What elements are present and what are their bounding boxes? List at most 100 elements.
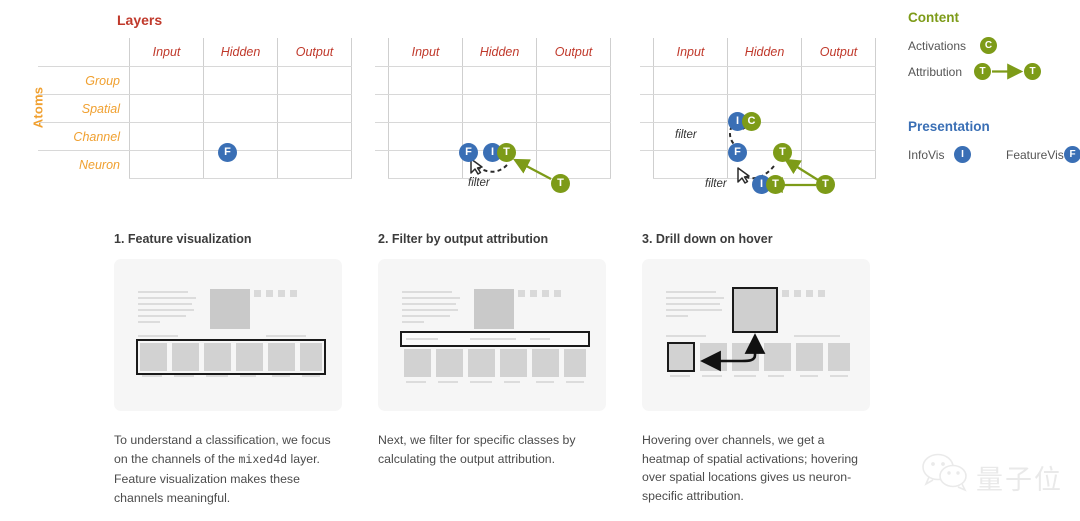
cell-channel-input [129, 122, 204, 151]
corner-cell [640, 38, 654, 67]
cell-channel-output [536, 122, 611, 151]
cell-group-output [536, 66, 611, 95]
col-header-output: Output [536, 38, 611, 67]
row-spacer [640, 150, 654, 179]
row-header-group: Group [38, 66, 130, 95]
cell-spatial-output [277, 94, 352, 123]
grid-header-row: Input Hidden Output [640, 38, 876, 67]
cell-spatial-hidden [203, 94, 278, 123]
cell-neuron-input [129, 150, 204, 179]
drill-down-arrows [700, 333, 766, 372]
panel-caption-2: Next, we filter for specific classes by … [378, 433, 576, 466]
cell-group-output [801, 66, 876, 95]
cell-neuron-input [653, 150, 728, 179]
watermark: 量子位 [920, 452, 1070, 504]
row-spacer [640, 122, 654, 151]
col-header-input: Input [388, 38, 463, 67]
grid-row-group: Group [38, 66, 352, 95]
panel-title-3: 3. Drill down on hover [642, 232, 773, 246]
badge-attribution-output[interactable]: T [816, 175, 835, 194]
badge-featurevis-channel[interactable]: F [728, 143, 747, 162]
grid-header-row: Input Hidden Output [375, 38, 611, 67]
filter-label-lower: filter [705, 178, 727, 190]
cell-group-hidden [203, 66, 278, 95]
col-header-output: Output [801, 38, 876, 67]
cell-channel-hidden [203, 122, 278, 151]
panel-title-2: 2. Filter by output attribution [378, 232, 549, 246]
row-header-spatial: Spatial [38, 94, 130, 123]
row-spacer [375, 66, 389, 95]
legend-row-presentation: InfoVis I FeatureVis F [908, 144, 1080, 170]
panel-thumbnail-1[interactable] [114, 259, 342, 411]
panel-feature-visualization: 1. Feature visualization To understand a… [114, 232, 342, 507]
grid-header-row: Input Hidden Output [38, 38, 352, 67]
panel-caption-1: To understand a classification, we focus… [114, 431, 342, 507]
grid-row-group [375, 66, 611, 95]
grid-row-group [640, 66, 876, 95]
legend-label-infovis: InfoVis [908, 148, 945, 162]
panel-caption-3: Hovering over channels, we get a heatmap… [642, 433, 859, 503]
caption-part-mono: mixed4d [238, 453, 288, 467]
cell-group-input [129, 66, 204, 95]
highlight-filmstrip [136, 339, 326, 375]
cell-spatial-hidden [462, 94, 537, 123]
cell-spatial-input [388, 94, 463, 123]
cell-group-output [277, 66, 352, 95]
cell-neuron-output [277, 150, 352, 179]
watermark-text: 量子位 [976, 465, 1063, 496]
cell-spatial-output [801, 94, 876, 123]
grid-row-spatial: Spatial [38, 94, 352, 123]
panel-title-1: 1. Feature visualization [114, 232, 252, 246]
legend-label-activations: Activations [908, 39, 967, 53]
cell-neuron-output [536, 150, 611, 179]
grid-table-3: Input Hidden Output [640, 38, 876, 179]
col-header-hidden: Hidden [462, 38, 537, 67]
cell-spatial-input [129, 94, 204, 123]
cell-group-hidden [727, 66, 802, 95]
badge-featurevis[interactable]: F [218, 143, 237, 162]
cell-channel-output [277, 122, 352, 151]
col-header-hidden: Hidden [727, 38, 802, 67]
row-spacer [375, 122, 389, 151]
grid-row-neuron: Neuron [38, 150, 352, 179]
row-spacer [375, 94, 389, 123]
legend-attribution-arrow [992, 63, 1024, 80]
layers-axis-label: Layers [117, 12, 163, 28]
panel-filter-by-output-attribution: 2. Filter by output attribution Next, we… [378, 232, 606, 468]
badge-attribution-neuron[interactable]: T [766, 175, 785, 194]
cell-channel-input [388, 122, 463, 151]
legend-row-attribution: Attribution T T [908, 61, 1076, 91]
badge-activations[interactable]: C [980, 37, 997, 54]
panel-thumbnail-2[interactable] [378, 259, 606, 411]
grid-table-1: Input Hidden Output Group Spatial Channe… [38, 38, 352, 179]
badge-attribution-hidden[interactable]: T [497, 143, 516, 162]
badge-featurevis[interactable]: F [459, 143, 478, 162]
panel-thumbnail-3[interactable] [642, 259, 870, 411]
corner-cell [375, 38, 389, 67]
cell-channel-output [801, 122, 876, 151]
grid-feature-visualization: Input Hidden Output Group Spatial Channe… [38, 38, 352, 179]
cell-neuron-output [801, 150, 876, 179]
filter-label: filter [468, 177, 490, 189]
badge-attribution-channel[interactable]: T [773, 143, 792, 162]
cell-neuron-input [388, 150, 463, 179]
cell-neuron-hidden [203, 150, 278, 179]
badge-featurevis[interactable]: F [1064, 146, 1080, 163]
col-header-input: Input [129, 38, 204, 67]
badge-attribution-output[interactable]: T [551, 174, 570, 193]
col-header-input: Input [653, 38, 728, 67]
legend-heading-content: Content [908, 10, 959, 25]
legend-label-featurevis: FeatureVis [1006, 148, 1064, 162]
wechat-icon [922, 453, 967, 492]
grid-row-neuron [640, 150, 876, 179]
grid-row-channel: Channel [38, 122, 352, 151]
cell-group-hidden [462, 66, 537, 95]
badge-activations-spatial[interactable]: C [742, 112, 761, 131]
grid-filter-by-output-attribution: Input Hidden Output F I T T filter [375, 38, 611, 193]
badge-infovis[interactable]: I [954, 146, 971, 163]
legend-heading-presentation: Presentation [908, 119, 990, 134]
panel-drill-down-on-hover: 3. Drill down on hover Hovering over cha… [642, 232, 870, 505]
legend: Content Activations C Attribution T T Pr… [908, 10, 1080, 170]
row-header-channel: Channel [38, 122, 130, 151]
cell-spatial-input [653, 94, 728, 123]
